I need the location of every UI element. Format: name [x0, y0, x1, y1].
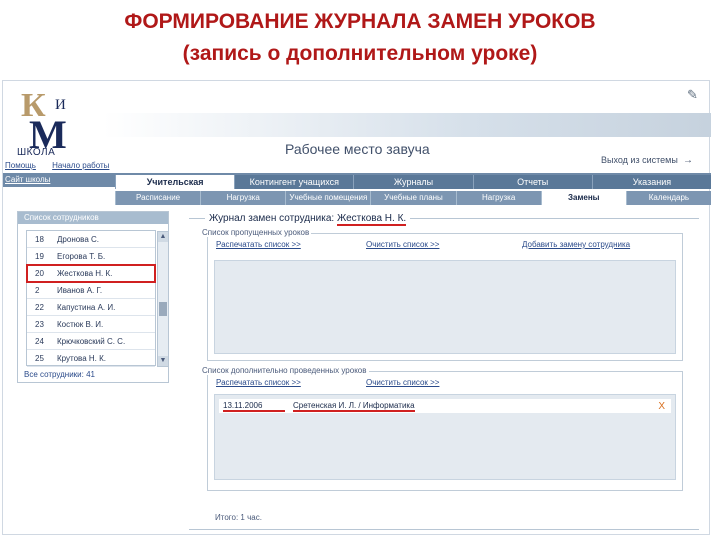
staff-scrollbar[interactable]: ▲ ▼ [157, 231, 169, 367]
extra-lessons-title: Список дополнительно проведенных уроков [200, 366, 369, 375]
subtab-schedule[interactable]: Расписание [115, 191, 201, 205]
missed-lessons-section: Список пропущенных уроков Распечатать сп… [200, 228, 683, 361]
staff-number: 2 [35, 285, 40, 295]
staff-name: Капустина А. И. [57, 302, 116, 312]
start-work-link[interactable]: Начало работы [52, 161, 109, 170]
app-window: К И М ШКОЛА ✎ Рабочее место завуча Выход… [2, 80, 712, 535]
journal-title: Журнал замен сотрудника: Жесткова Н. К. [205, 213, 411, 226]
edit-pencil-icon[interactable]: ✎ [687, 87, 701, 102]
subtab-plans[interactable]: Учебные планы [370, 191, 456, 205]
staff-name: Крючковский С. С. [57, 336, 126, 346]
help-link[interactable]: Помощь [5, 161, 36, 170]
staff-row[interactable]: 24 Крючковский С. С. [27, 333, 155, 350]
staff-panel-header: Список сотрудников [18, 212, 168, 224]
print-extra-link[interactable]: Распечатать список >> [216, 378, 301, 387]
subtab-calendar[interactable]: Календарь [625, 191, 711, 205]
staff-list: 18 Дронова С. 19 Егорова Т. Б. 20 Жесткова … [26, 230, 169, 367]
staff-name: Егорова Т. Б. [57, 251, 106, 261]
slide-subtitle: (запись о дополнительном уроке) [182, 42, 538, 65]
staff-number: 19 [35, 251, 44, 261]
staff-number: 23 [35, 319, 44, 329]
school-site-link[interactable]: Сайт школы [5, 175, 50, 184]
staff-row[interactable]: 25 Крутова Н. К. [27, 350, 155, 367]
total-hours: Итого: 1 час. [215, 513, 262, 522]
tab-students[interactable]: Контингент учащихся [234, 175, 354, 189]
slide-title: ФОРМИРОВАНИЕ ЖУРНАЛА ЗАМЕН УРОКОВ [124, 10, 596, 33]
clear-extra-link[interactable]: Очистить список >> [366, 378, 439, 387]
journal-title-prefix: Журнал замен сотрудника: [209, 213, 335, 224]
missed-lessons-list [214, 260, 676, 354]
workspace-title: Рабочее место завуча [285, 141, 430, 157]
staff-name: Дронова С. [57, 234, 100, 244]
missed-lessons-title: Список пропущенных уроков [200, 228, 312, 237]
logo-school-text: ШКОЛА [17, 147, 56, 158]
staff-total: Все сотрудники: 41 [24, 370, 95, 379]
delete-entry-icon[interactable]: Х [658, 401, 665, 412]
subtab-load[interactable]: Нагрузка [200, 191, 286, 205]
staff-panel: Список сотрудников 18 Дронова С. 19 Егоров… [17, 211, 169, 383]
extra-lesson-entry[interactable]: 13.11.2006 Сретенская И. Л. / Информатик… [219, 399, 671, 413]
subtab-load-2[interactable]: Нагрузка [455, 191, 541, 205]
scroll-thumb[interactable] [159, 302, 167, 316]
staff-name: Иванов А. Г. [57, 285, 103, 295]
main-tabs: Учительская Контингент учащихся Журналы … [115, 175, 712, 189]
tab-journals[interactable]: Журналы [353, 175, 473, 189]
entry-description: Сретенская И. Л. / Информатика [293, 400, 415, 412]
logout-link[interactable]: Выход из системы [601, 155, 678, 165]
subtab-rooms[interactable]: Учебные помещения [285, 191, 371, 205]
divider [189, 529, 699, 530]
extra-lessons-section: Список дополнительно проведенных уроков … [200, 366, 683, 491]
staff-number: 22 [35, 302, 44, 312]
staff-number: 20 [35, 268, 44, 278]
school-logo: К И М ШКОЛА [17, 87, 77, 159]
staff-row[interactable]: 19 Егорова Т. Б. [27, 248, 155, 265]
staff-number: 18 [35, 234, 44, 244]
tab-instructions[interactable]: Указания [591, 175, 712, 189]
staff-number: 25 [35, 353, 44, 363]
tab-reports[interactable]: Отчеты [472, 175, 592, 189]
subtab-substitutions[interactable]: Замены [540, 191, 626, 205]
journal-area: Журнал замен сотрудника: Жесткова Н. К. … [189, 211, 699, 533]
sub-tabs: Расписание Нагрузка Учебные помещения Уч… [115, 191, 711, 205]
staff-row-selected[interactable]: 20 Жесткова Н. К. [26, 264, 156, 283]
extra-lessons-list: 13.11.2006 Сретенская И. Л. / Информатик… [214, 394, 676, 480]
staff-row[interactable]: 22 Капустина А. И. [27, 299, 155, 316]
staff-row[interactable]: 2 Иванов А. Г. [27, 282, 155, 299]
top-links: Помощь Начало работы [5, 161, 123, 170]
tab-teachers-room[interactable]: Учительская [115, 175, 235, 189]
logout-arrow-icon[interactable]: → [683, 155, 693, 166]
staff-row[interactable]: 18 Дронова С. [27, 231, 155, 248]
staff-name: Жесткова Н. К. [57, 268, 113, 278]
print-missed-link[interactable]: Распечатать список >> [216, 240, 301, 249]
add-substitution-link[interactable]: Добавить замену сотрудника [522, 240, 630, 249]
scroll-up-icon[interactable]: ▲ [158, 232, 168, 242]
header-band [103, 113, 711, 137]
staff-number: 24 [35, 336, 44, 346]
clear-missed-link[interactable]: Очистить список >> [366, 240, 439, 249]
scroll-down-icon[interactable]: ▼ [158, 356, 168, 366]
staff-name: Костюк В. И. [57, 319, 104, 329]
entry-date: 13.11.2006 [223, 401, 285, 412]
staff-row[interactable]: 23 Костюк В. И. [27, 316, 155, 333]
journal-employee-name: Жесткова Н. К. [336, 213, 407, 226]
staff-name: Крутова Н. К. [57, 353, 106, 363]
